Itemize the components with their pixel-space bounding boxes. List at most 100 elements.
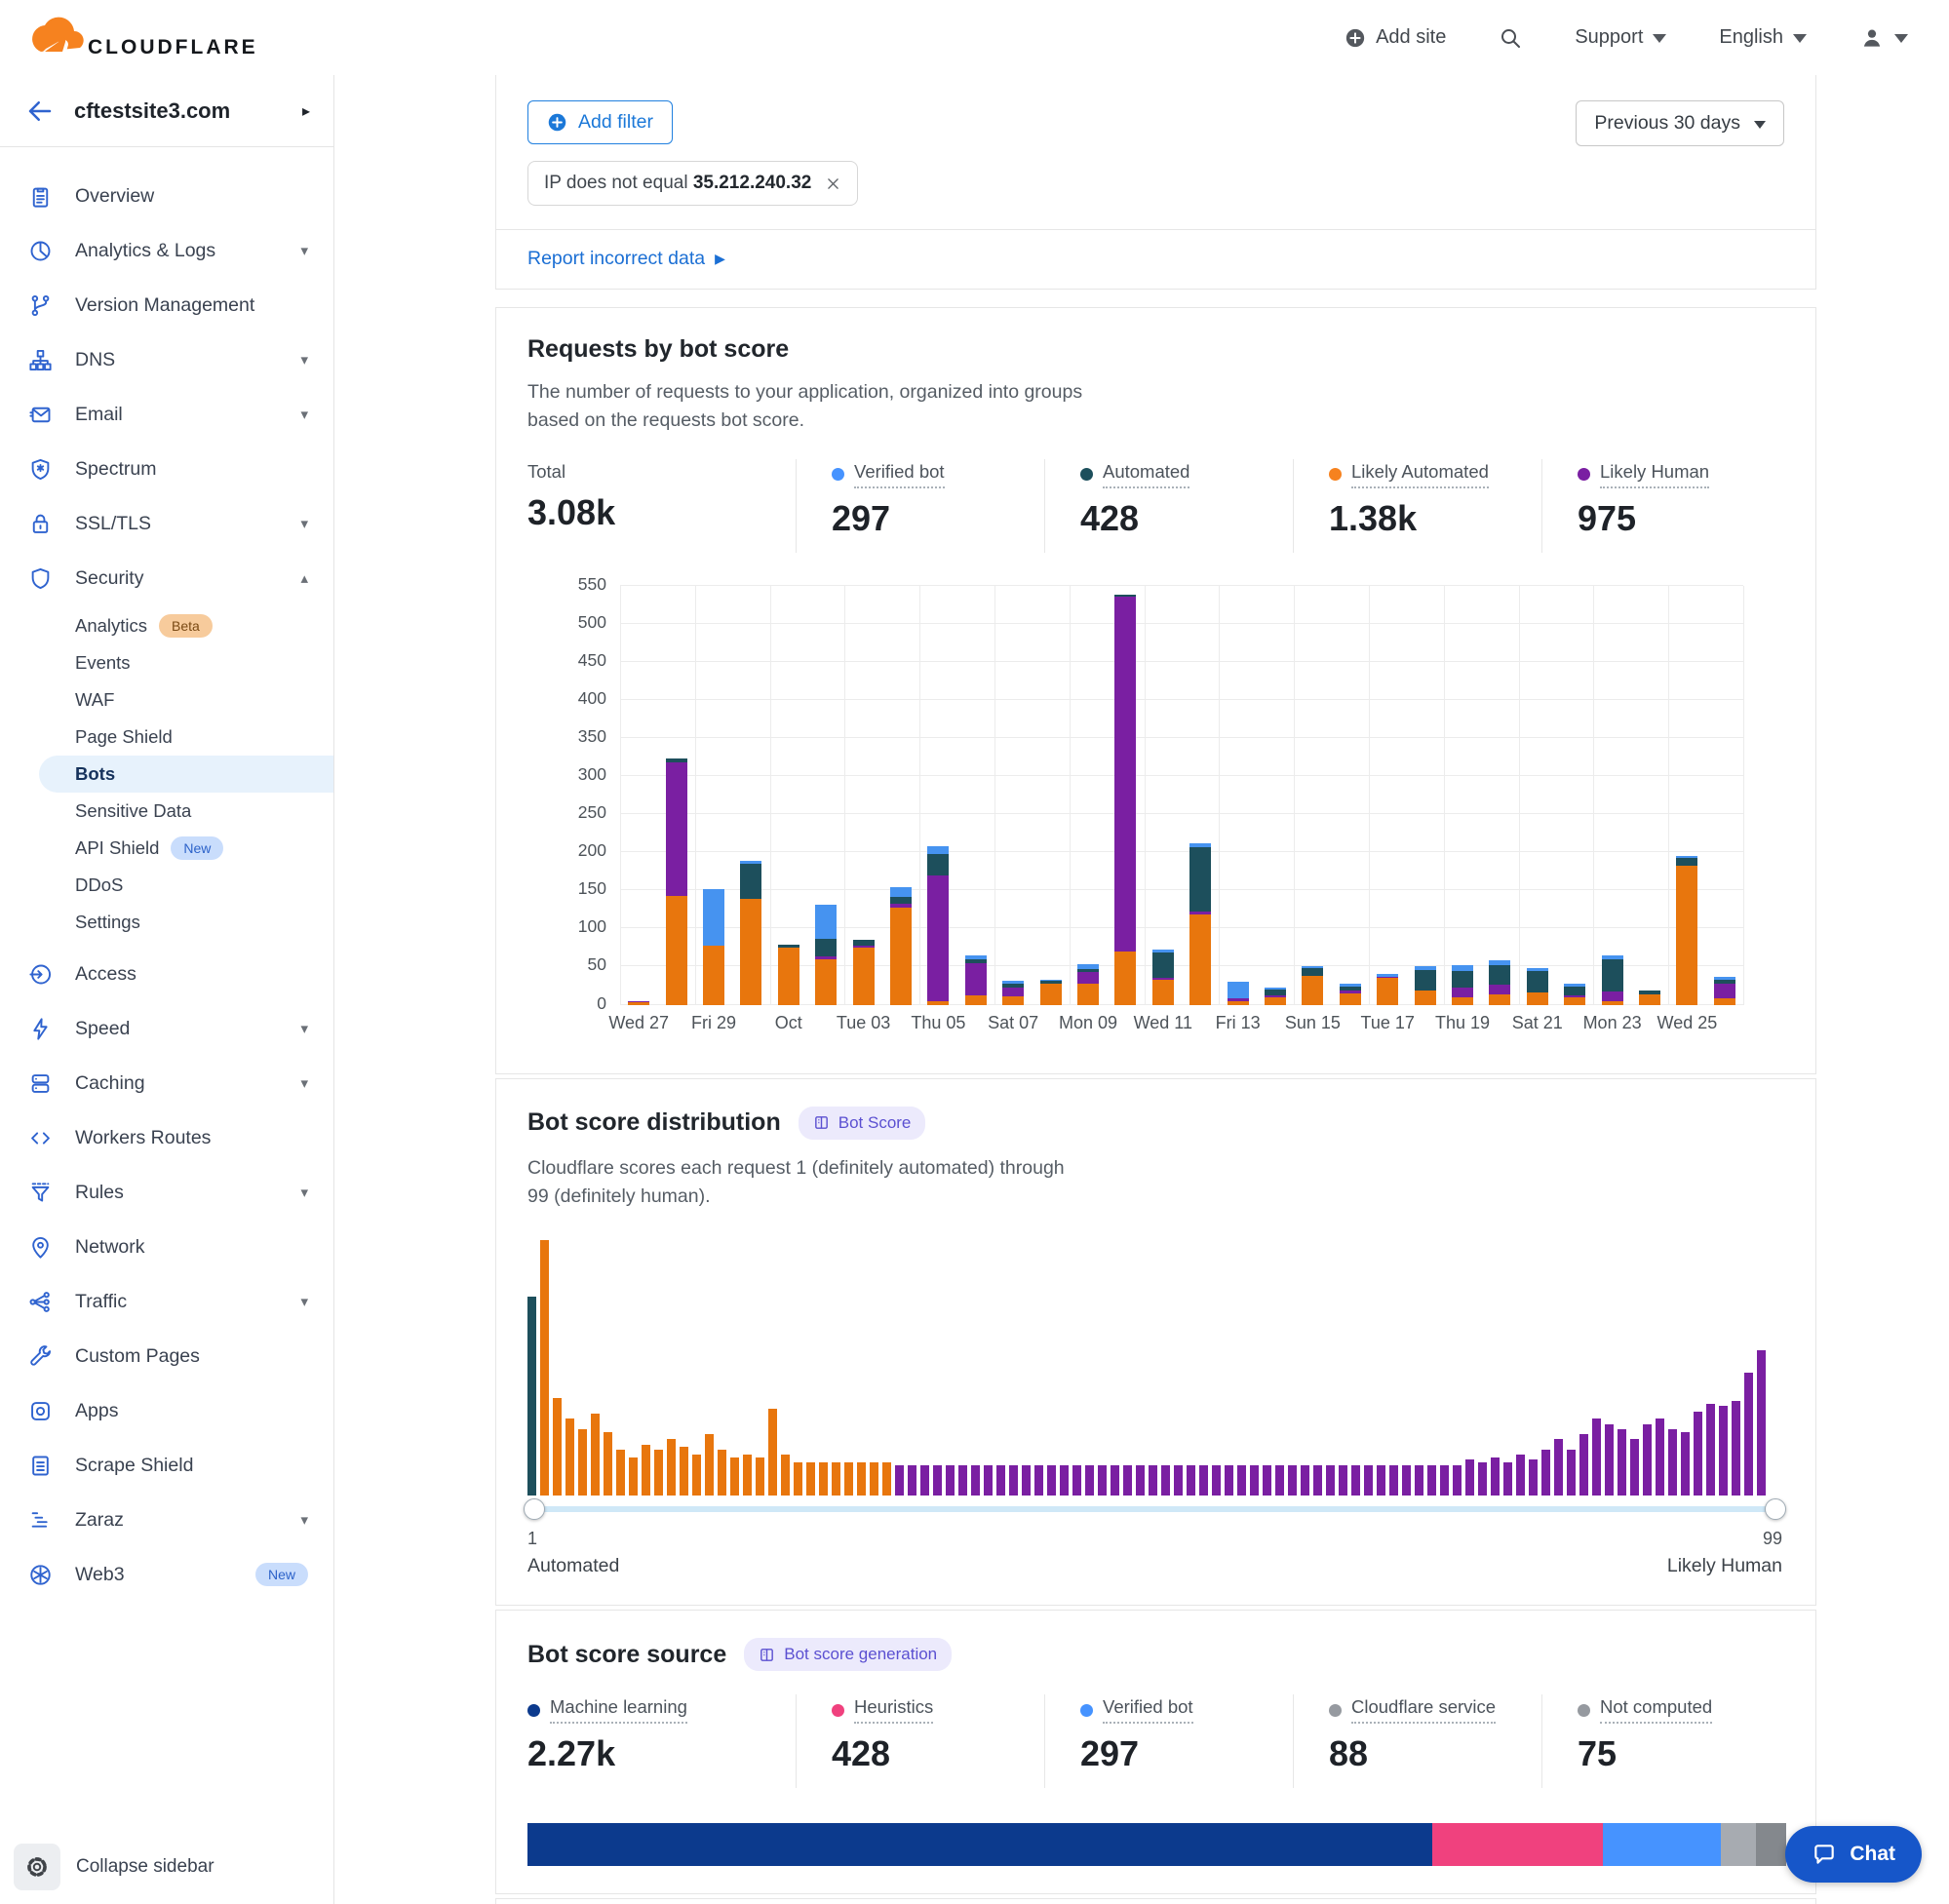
histogram-bar-score-69[interactable] — [1389, 1465, 1398, 1496]
slider-handle-min[interactable] — [524, 1498, 545, 1520]
stacked-bar[interactable] — [1452, 965, 1473, 1005]
stat-label[interactable]: Likely Automated — [1351, 461, 1489, 488]
histogram-bar-score-19[interactable] — [756, 1457, 764, 1496]
sidebar-item-security-api-shield[interactable]: API ShieldNew — [0, 830, 333, 867]
histogram-bar-score-46[interactable] — [1098, 1465, 1107, 1496]
stacked-bar[interactable] — [703, 889, 724, 1004]
histogram-bar-score-8[interactable] — [616, 1450, 625, 1496]
histogram-bar-score-63[interactable] — [1313, 1465, 1322, 1496]
histogram-bar-score-96[interactable] — [1732, 1401, 1740, 1496]
histogram-bar-score-11[interactable] — [654, 1450, 663, 1496]
stat-label[interactable]: Cloudflare service — [1351, 1696, 1496, 1724]
bot-score-generation-badge[interactable]: Bot score generation — [744, 1638, 952, 1671]
stacked-bar[interactable] — [1189, 843, 1211, 1005]
histogram-bar-score-64[interactable] — [1326, 1465, 1335, 1496]
histogram-bar-score-6[interactable] — [591, 1414, 600, 1496]
sidebar-item-security-ddos[interactable]: DDoS — [0, 867, 333, 904]
histogram-bar-score-23[interactable] — [806, 1462, 815, 1496]
histogram-bar-score-29[interactable] — [882, 1462, 891, 1496]
histogram-bar-score-22[interactable] — [794, 1462, 802, 1496]
sidebar-item-security-page-shield[interactable]: Page Shield — [0, 719, 333, 756]
histogram-bar-score-32[interactable] — [920, 1465, 929, 1496]
sidebar-item-security[interactable]: Security▴ — [0, 551, 333, 605]
stacked-bar[interactable] — [927, 846, 949, 1005]
stacked-bar[interactable] — [1415, 966, 1436, 1005]
stacked-bar[interactable] — [1714, 977, 1735, 1004]
stacked-bar[interactable] — [1639, 991, 1660, 1004]
chat-button[interactable]: Chat — [1785, 1826, 1922, 1883]
histogram-bar-score-37[interactable] — [984, 1465, 993, 1496]
language-menu[interactable]: English — [1719, 26, 1807, 49]
histogram-bar-score-45[interactable] — [1085, 1465, 1094, 1496]
support-menu[interactable]: Support — [1575, 26, 1666, 49]
slider-handle-max[interactable] — [1765, 1498, 1786, 1520]
stat-label[interactable]: Likely Human — [1600, 461, 1709, 488]
sidebar-item-security-waf[interactable]: WAF — [0, 681, 333, 719]
histogram-bar-score-80[interactable] — [1529, 1459, 1538, 1496]
sidebar-item-access[interactable]: Access — [0, 947, 333, 1001]
sidebar-item-apps[interactable]: Apps — [0, 1383, 333, 1438]
histogram-bar-score-85[interactable] — [1592, 1418, 1601, 1496]
back-arrow-icon[interactable] — [25, 97, 55, 126]
sidebar-item-email[interactable]: Email▾ — [0, 387, 333, 442]
histogram-bar-score-95[interactable] — [1719, 1406, 1728, 1496]
remove-filter-icon[interactable] — [825, 175, 841, 192]
histogram-bar-score-38[interactable] — [996, 1465, 1005, 1496]
sidebar-item-workers-routes[interactable]: Workers Routes — [0, 1110, 333, 1165]
stat-label[interactable]: Automated — [1103, 461, 1189, 488]
histogram-bar-score-36[interactable] — [971, 1465, 980, 1496]
account-menu[interactable] — [1859, 25, 1908, 51]
add-site-button[interactable]: Add site — [1345, 26, 1446, 49]
histogram-bar-score-92[interactable] — [1681, 1432, 1690, 1496]
stacked-bar[interactable] — [1265, 988, 1286, 1005]
sidebar-item-dns[interactable]: DNS▾ — [0, 332, 333, 387]
source-segment-not-computed[interactable] — [1756, 1823, 1786, 1866]
histogram-bar-score-41[interactable] — [1034, 1465, 1043, 1496]
stacked-bar[interactable] — [965, 955, 987, 1005]
sidebar-item-network[interactable]: Network — [0, 1220, 333, 1274]
sidebar-item-caching[interactable]: Caching▾ — [0, 1056, 333, 1110]
report-incorrect-data-link[interactable]: Report incorrect data ▶ — [527, 248, 725, 270]
sidebar-item-scrape-shield[interactable]: Scrape Shield — [0, 1438, 333, 1493]
histogram-bar-score-58[interactable] — [1250, 1465, 1259, 1496]
collapse-sidebar-button[interactable]: Collapse sidebar — [14, 1844, 214, 1890]
histogram-bar-score-50[interactable] — [1149, 1465, 1157, 1496]
histogram-bar-score-14[interactable] — [692, 1455, 701, 1496]
histogram-bar-score-94[interactable] — [1706, 1404, 1715, 1496]
histogram-bar-score-72[interactable] — [1427, 1465, 1436, 1496]
histogram-bar-score-49[interactable] — [1136, 1465, 1145, 1496]
sidebar-item-ssl-tls[interactable]: SSL/TLS▾ — [0, 496, 333, 551]
histogram-bar-score-53[interactable] — [1187, 1465, 1195, 1496]
add-filter-button[interactable]: Add filter — [527, 100, 673, 144]
filter-chip[interactable]: IP does not equal 35.212.240.32 — [527, 161, 858, 206]
histogram-bar-score-89[interactable] — [1643, 1424, 1652, 1496]
histogram-bar-score-68[interactable] — [1377, 1465, 1385, 1496]
sidebar-item-rules[interactable]: Rules▾ — [0, 1165, 333, 1220]
histogram-bar-score-67[interactable] — [1364, 1465, 1373, 1496]
sidebar-item-analytics-logs[interactable]: Analytics & Logs▾ — [0, 223, 333, 278]
histogram-bar-score-42[interactable] — [1047, 1465, 1056, 1496]
histogram-bar-score-31[interactable] — [908, 1465, 916, 1496]
stat-label[interactable]: Heuristics — [854, 1696, 933, 1724]
histogram-bar-score-26[interactable] — [844, 1462, 853, 1496]
histogram-bar-score-71[interactable] — [1415, 1465, 1423, 1496]
histogram-bar-score-83[interactable] — [1567, 1450, 1576, 1496]
histogram-bar-score-86[interactable] — [1605, 1424, 1614, 1496]
source-segment-machine-learning[interactable] — [527, 1823, 1432, 1866]
histogram-bar-score-75[interactable] — [1465, 1459, 1474, 1496]
stat-label[interactable]: Not computed — [1600, 1696, 1712, 1724]
bot-score-badge[interactable]: Bot Score — [799, 1107, 926, 1140]
histogram-bar-score-74[interactable] — [1453, 1465, 1462, 1496]
histogram-bar-score-34[interactable] — [946, 1465, 955, 1496]
stat-label[interactable]: Verified bot — [1103, 1696, 1193, 1724]
histogram-bar-score-15[interactable] — [705, 1434, 714, 1496]
histogram-bar-score-60[interactable] — [1275, 1465, 1284, 1496]
stacked-bar[interactable] — [1228, 982, 1249, 1004]
histogram-bar-score-44[interactable] — [1072, 1465, 1081, 1496]
histogram-bar-score-9[interactable] — [629, 1457, 638, 1496]
stacked-bar[interactable] — [1152, 950, 1174, 1004]
sidebar-item-security-bots[interactable]: Bots — [39, 756, 333, 793]
search-button[interactable] — [1499, 26, 1522, 50]
histogram-bar-score-87[interactable] — [1618, 1429, 1626, 1496]
histogram-bar-score-62[interactable] — [1301, 1465, 1309, 1496]
